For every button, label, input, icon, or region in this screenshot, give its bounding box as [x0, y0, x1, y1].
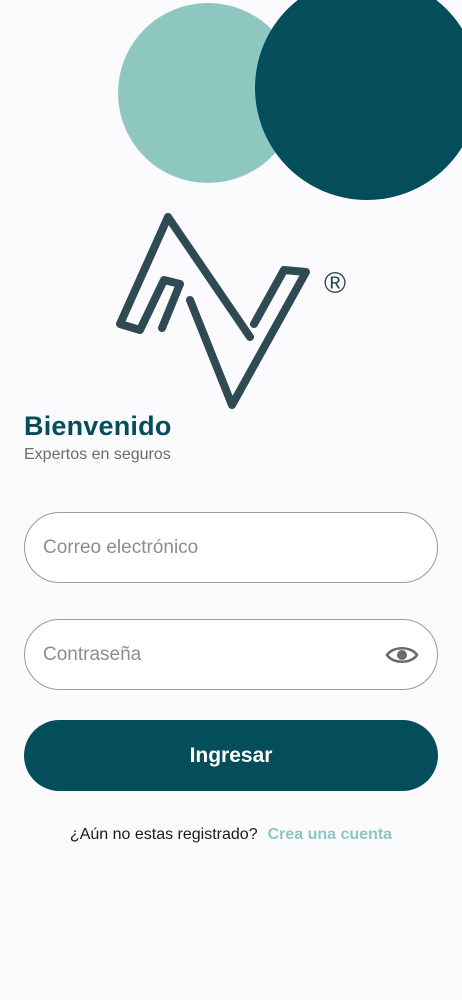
password-input[interactable]: [43, 643, 385, 666]
login-button[interactable]: Ingresar: [24, 720, 438, 791]
signup-question: ¿Aún no estas registrado?: [69, 826, 258, 843]
create-account-link[interactable]: Crea una cuenta: [268, 826, 392, 843]
decorative-circle-dark: [255, 0, 462, 200]
registered-mark: ®: [324, 267, 346, 300]
page-subtitle: Expertos en seguros: [24, 446, 171, 463]
password-field-container: [24, 619, 438, 690]
brand-logo: ®: [116, 213, 346, 409]
email-field-container: [24, 512, 438, 583]
page-title: Bienvenido: [24, 411, 172, 441]
signup-prompt: ¿Aún no estas registrado? Crea una cuenta: [0, 826, 462, 844]
eye-icon[interactable]: [385, 643, 419, 667]
email-input[interactable]: [43, 536, 419, 559]
